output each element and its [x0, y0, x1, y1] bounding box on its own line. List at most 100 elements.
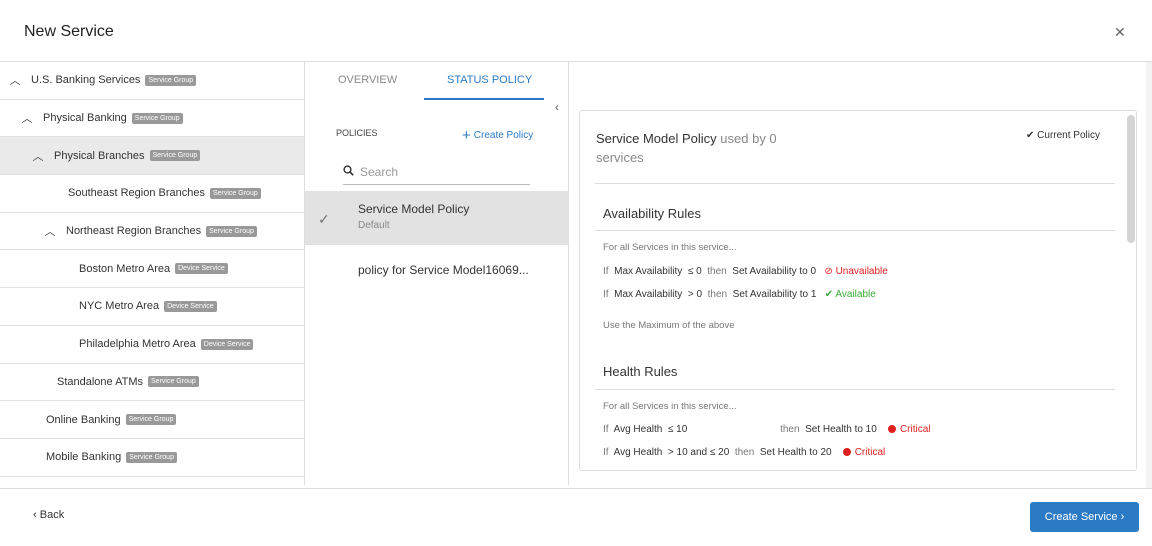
- service-group-badge: Service Group: [126, 451, 177, 463]
- tree-item-physical-banking[interactable]: ︿ Physical Banking Service Group: [0, 100, 304, 138]
- policy-item-service-model16069[interactable]: policy for Service Model16069...: [305, 245, 569, 299]
- divider: [595, 183, 1115, 184]
- modal-footer: ‹ Back Create Service ›: [0, 488, 1152, 546]
- health-rule-row: If Avg Health ≤ 10 then Set Health to 10…: [603, 424, 931, 435]
- tree-item-label: Northeast Region Branches: [66, 225, 202, 238]
- availability-rule-row: If Max Availability > 0 then Set Availab…: [603, 289, 876, 300]
- rule-condition: ≤ 0: [687, 266, 702, 277]
- close-icon[interactable]: ✕: [1114, 24, 1126, 41]
- chevron-up-icon[interactable]: ︿: [44, 223, 56, 239]
- current-policy-indicator: ✔ Current Policy: [1026, 130, 1100, 141]
- rule-then: then: [734, 447, 755, 458]
- tree-item-online-banking[interactable]: Online Banking Service Group: [0, 401, 304, 439]
- scrollbar-thumb[interactable]: [1127, 115, 1135, 243]
- policy-item-service-model-policy[interactable]: ✓ Service Model Policy Default: [305, 191, 569, 245]
- policy-detail-card: Service Model Policy used by 0 services …: [579, 110, 1137, 471]
- service-tree: ︿ U.S. Banking Services Service Group ︿ …: [0, 62, 305, 485]
- tree-item-label: Physical Branches: [54, 149, 145, 162]
- policy-services-text: services: [596, 150, 644, 165]
- check-icon: ✓: [318, 211, 330, 227]
- tree-item-southeast-region-branches[interactable]: Southeast Region Branches Service Group: [0, 175, 304, 213]
- tree-item-philadelphia-metro-area[interactable]: Philadelphia Metro Area Device Service: [0, 326, 304, 364]
- tree-item-label: Philadelphia Metro Area: [79, 338, 196, 351]
- policy-search: [343, 159, 530, 185]
- detail-scrollbar[interactable]: [1127, 111, 1135, 470]
- policies-panel: OVERVIEW STATUS POLICY ‹ POLICIES + Creat…: [305, 62, 569, 485]
- tree-item-northeast-region-branches[interactable]: ︿ Northeast Region Branches Service Grou…: [0, 213, 304, 251]
- availability-rule-row: If Max Availability ≤ 0 then Set Availab…: [603, 266, 888, 277]
- chevron-left-icon[interactable]: ‹: [555, 100, 559, 114]
- device-service-badge: Device Service: [200, 338, 254, 350]
- create-policy-button[interactable]: + Create Policy: [462, 127, 533, 144]
- policy-name: Service Model Policy: [358, 202, 470, 216]
- chevron-up-icon[interactable]: ︿: [21, 110, 33, 126]
- rule-status: Unavailable: [835, 266, 888, 277]
- search-input[interactable]: [360, 164, 510, 179]
- check-icon: ✔: [824, 289, 834, 300]
- tree-item-physical-branches[interactable]: ︿ Physical Branches Service Group: [0, 137, 304, 176]
- tree-item-label: Standalone ATMs: [57, 375, 144, 388]
- chevron-right-icon: ›: [1120, 511, 1125, 523]
- tab-status-policy[interactable]: STATUS POLICY: [447, 74, 532, 86]
- rule-status: Available: [835, 289, 876, 300]
- rule-metric: Avg Health: [613, 424, 663, 435]
- unavailable-icon: ⊘: [824, 266, 833, 277]
- tree-item-standalone-atms[interactable]: Standalone ATMs Service Group: [0, 364, 304, 402]
- service-group-badge: Service Group: [206, 225, 257, 237]
- chevron-up-icon[interactable]: ︿: [32, 148, 44, 164]
- rule-status: Critical: [899, 424, 931, 435]
- policy-name: policy for Service Model16069...: [358, 263, 529, 277]
- rule-if: If: [603, 424, 609, 435]
- rule-metric: Max Availability: [614, 289, 683, 300]
- tree-item-label: Mobile Banking: [46, 451, 122, 464]
- create-service-button[interactable]: Create Service ›: [1030, 502, 1139, 532]
- modal-scrollbar[interactable]: [1146, 62, 1152, 488]
- tree-item-label: Boston Metro Area: [79, 262, 171, 275]
- service-group-badge: Service Group: [149, 150, 201, 162]
- modal-title: New Service: [24, 23, 114, 40]
- availability-intro: For all Services in this service...: [603, 242, 737, 253]
- health-intro: For all Services in this service...: [603, 401, 737, 412]
- critical-dot-icon: [842, 447, 851, 456]
- divider: [595, 389, 1115, 390]
- service-group-badge: Service Group: [209, 187, 261, 199]
- rule-action: Set Availability to 1: [732, 289, 817, 300]
- rule-status: Critical: [854, 447, 886, 458]
- check-icon: ✔: [1026, 130, 1035, 141]
- tree-item-nyc-metro-area[interactable]: NYC Metro Area Device Service: [0, 288, 304, 326]
- rule-if: If: [603, 447, 609, 458]
- health-rule-row: If Avg Health > 10 and ≤ 20 then Set Hea…: [603, 447, 885, 458]
- tree-item-mobile-banking[interactable]: Mobile Banking Service Group: [0, 439, 304, 477]
- tree-item-label: Southeast Region Branches: [68, 187, 205, 200]
- rule-then: then: [707, 289, 728, 300]
- rule-action: Set Health to 10: [805, 424, 877, 435]
- rule-metric: Avg Health: [613, 447, 663, 458]
- chevron-left-icon: ‹: [33, 509, 37, 521]
- rule-action: Set Health to 20: [759, 447, 832, 458]
- current-policy-label: Current Policy: [1037, 130, 1100, 141]
- chevron-up-icon[interactable]: ︿: [9, 72, 21, 88]
- rule-metric: Max Availability: [614, 266, 683, 277]
- tree-item-us-banking-services[interactable]: ︿ U.S. Banking Services Service Group: [0, 62, 304, 100]
- back-label: Back: [39, 509, 65, 521]
- critical-dot-icon: [887, 424, 896, 433]
- rule-then: then: [707, 266, 727, 277]
- rule-if: If: [603, 289, 609, 300]
- active-tab-indicator: [424, 98, 544, 100]
- create-service-label: Create Service: [1044, 511, 1118, 523]
- policy-title-name: Service Model Policy: [596, 131, 717, 146]
- policy-used-by: used by 0: [720, 131, 777, 146]
- tab-overview[interactable]: OVERVIEW: [338, 74, 397, 86]
- rule-condition: > 0: [687, 289, 703, 300]
- rule-condition: ≤ 10: [667, 424, 688, 435]
- create-policy-label: Create Policy: [473, 130, 534, 141]
- tree-item-boston-metro-area[interactable]: Boston Metro Area Device Service: [0, 250, 304, 289]
- availability-footer: Use the Maximum of the above: [603, 320, 735, 331]
- rule-condition: > 10 and ≤ 20: [667, 447, 730, 458]
- tree-item-label: Online Banking: [46, 413, 121, 426]
- tree-item-label: Physical Banking: [43, 112, 127, 125]
- back-button[interactable]: ‹ Back: [33, 509, 64, 521]
- tree-item-label: NYC Metro Area: [79, 300, 160, 313]
- service-group-badge: Service Group: [131, 112, 183, 124]
- rule-then: then: [780, 424, 800, 435]
